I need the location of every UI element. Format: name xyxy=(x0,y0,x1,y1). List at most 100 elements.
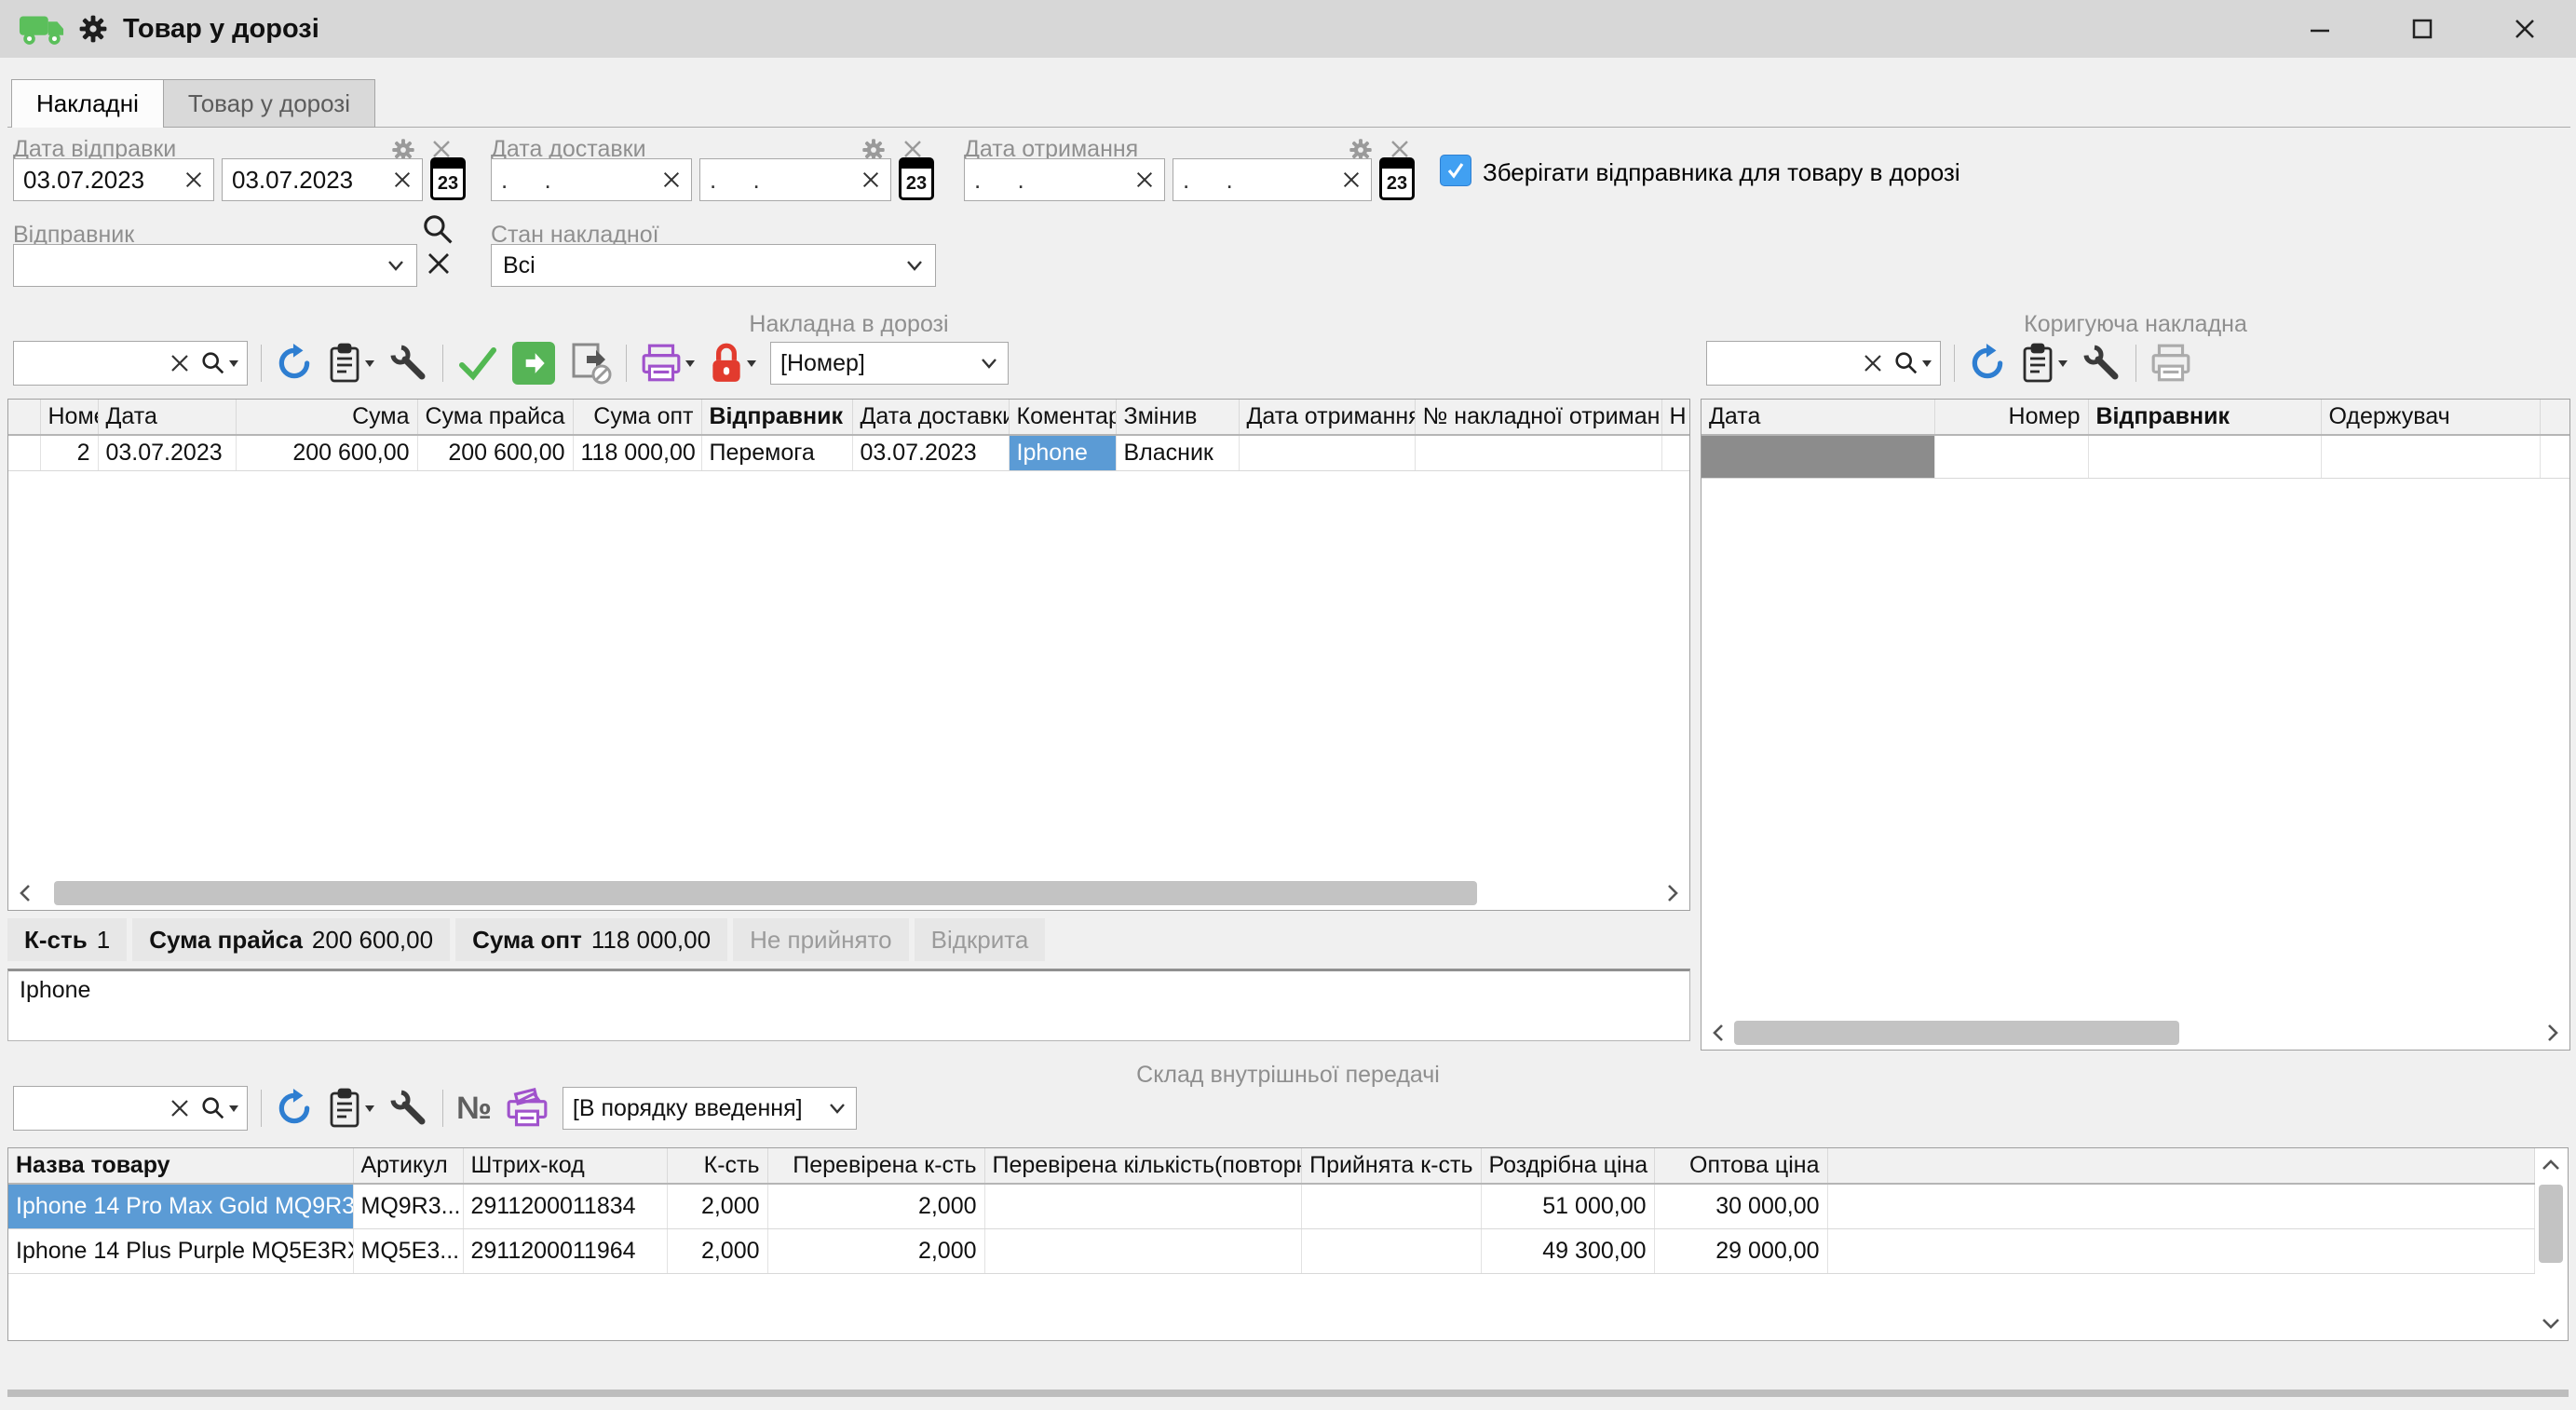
sender-combo[interactable] xyxy=(13,244,417,287)
print-button-disabled[interactable] xyxy=(2149,344,2192,383)
settings-wrench-button[interactable] xyxy=(388,343,429,384)
tab-tovar-u-dorozi[interactable]: Товар у дорозі xyxy=(163,79,375,128)
close-button[interactable] xyxy=(2474,0,2576,58)
bottom-grid-vscrollbar[interactable] xyxy=(2535,1149,2567,1339)
refresh-button[interactable] xyxy=(275,344,314,383)
col-nomer[interactable]: Номер xyxy=(40,400,98,435)
refresh-button[interactable] xyxy=(275,1089,314,1128)
report-clipboard-button[interactable] xyxy=(327,1088,375,1129)
selected-cell[interactable] xyxy=(1702,435,1934,478)
send-forward-button[interactable] xyxy=(512,342,555,385)
date-received-to-input[interactable]: . . xyxy=(1173,158,1372,201)
selected-cell[interactable]: Iphone 14 Pro Max Gold MQ9R3... xyxy=(8,1184,353,1228)
cancel-send-button[interactable] xyxy=(568,341,613,386)
right-search-input[interactable] xyxy=(1706,341,1941,386)
maximize-button[interactable] xyxy=(2371,0,2474,58)
comment-box[interactable]: Iphone xyxy=(7,969,1690,1041)
clear-x-icon[interactable] xyxy=(169,1097,191,1119)
bottom-splitter[interactable] xyxy=(7,1390,2569,1397)
col-komentar[interactable]: Коментар xyxy=(1009,400,1116,435)
scroll-thumb[interactable] xyxy=(1734,1021,2179,1045)
refresh-button[interactable] xyxy=(1968,344,2007,383)
col-vidpravnyk[interactable]: Відправник xyxy=(2088,400,2321,435)
col-nakladna-otrymannia[interactable]: № накладної отримання xyxy=(1415,400,1661,435)
clear-x-icon[interactable] xyxy=(1134,169,1155,190)
sender-search-icon[interactable] xyxy=(421,212,454,246)
table-row[interactable]: 2 03.07.2023 200 600,00 200 600,00 118 0… xyxy=(8,435,1689,470)
date-sent-to-input[interactable]: 03.07.2023 xyxy=(222,158,423,201)
sender-clear-icon[interactable] xyxy=(425,250,453,278)
date-received-calendar-button[interactable]: 23 xyxy=(1379,157,1415,202)
print-button[interactable] xyxy=(640,344,696,383)
col-kst[interactable]: К-сть xyxy=(667,1148,767,1184)
col-perevirena-povtorno[interactable]: Перевірена кількість(повторно) xyxy=(984,1148,1301,1184)
left-search-input[interactable] xyxy=(13,341,248,386)
tab-nakladni[interactable]: Накладні xyxy=(11,79,164,128)
scroll-thumb[interactable] xyxy=(2539,1185,2563,1263)
col-perevirena-kst[interactable]: Перевірена к-сть xyxy=(767,1148,984,1184)
col-nomer[interactable]: Номер xyxy=(1934,400,2088,435)
left-sort-combo[interactable]: [Номер] xyxy=(770,342,1009,385)
date-received-from-input[interactable]: . . xyxy=(964,158,1165,201)
clear-x-icon[interactable] xyxy=(392,169,413,190)
search-scope-icon[interactable] xyxy=(200,350,239,376)
col-partial[interactable]: Н xyxy=(1661,400,1689,435)
col-pryiniata-kst[interactable]: Прийнята к-сть xyxy=(1301,1148,1481,1184)
date-sent-from-input[interactable]: 03.07.2023 xyxy=(13,158,214,201)
col-artykul[interactable]: Артикул xyxy=(353,1148,463,1184)
bottom-order-combo[interactable]: [В порядку введення] xyxy=(563,1087,857,1130)
bottom-search-input[interactable] xyxy=(13,1086,248,1131)
col-suma-praisa[interactable]: Сума прайса xyxy=(417,400,573,435)
col-suma-opt[interactable]: Сума опт xyxy=(573,400,701,435)
label-print-button[interactable] xyxy=(505,1088,549,1129)
clear-x-icon[interactable] xyxy=(661,169,682,190)
col-data[interactable]: Дата xyxy=(1702,400,1934,435)
invoice-state-combo[interactable]: Всі xyxy=(491,244,936,287)
report-clipboard-button[interactable] xyxy=(327,343,375,384)
minimize-button[interactable] xyxy=(2269,0,2371,58)
left-grid-hscrollbar[interactable] xyxy=(9,877,1688,909)
accept-check-button[interactable] xyxy=(456,345,499,382)
clear-x-icon[interactable] xyxy=(169,352,191,374)
numbering-button[interactable]: № xyxy=(456,1091,492,1127)
date-sent-calendar-button[interactable]: 23 xyxy=(430,157,466,202)
table-row[interactable]: Iphone 14 Plus Purple MQ5E3RX/... MQ5E3.… xyxy=(8,1228,2534,1273)
col-suma[interactable]: Сума xyxy=(236,400,417,435)
date-delivery-from-input[interactable]: . . xyxy=(491,158,692,201)
right-grid-hscrollbar[interactable] xyxy=(1702,1017,2569,1049)
settings-wrench-button[interactable] xyxy=(388,1088,429,1129)
clear-x-icon[interactable] xyxy=(1341,169,1362,190)
scroll-left-arrow[interactable] xyxy=(9,877,41,909)
clear-x-icon[interactable] xyxy=(1862,352,1884,374)
col-data[interactable]: Дата xyxy=(98,400,236,435)
scroll-down-arrow[interactable] xyxy=(2535,1308,2567,1339)
truck-icon xyxy=(19,11,65,47)
clear-x-icon[interactable] xyxy=(183,169,204,190)
clear-x-icon[interactable] xyxy=(861,169,881,190)
table-row[interactable] xyxy=(1702,435,2569,478)
col-vidpravnyk[interactable]: Відправник xyxy=(701,400,852,435)
scroll-up-arrow[interactable] xyxy=(2535,1149,2567,1181)
keep-sender-checkbox[interactable] xyxy=(1440,155,1471,186)
scroll-left-arrow[interactable] xyxy=(1702,1017,1734,1049)
lock-button[interactable] xyxy=(709,342,757,385)
date-delivery-calendar-button[interactable]: 23 xyxy=(899,157,934,202)
settings-wrench-button[interactable] xyxy=(2081,343,2122,384)
search-scope-icon[interactable] xyxy=(1893,350,1932,376)
search-scope-icon[interactable] xyxy=(200,1095,239,1121)
date-delivery-to-input[interactable]: . . xyxy=(699,158,891,201)
col-oderzhuvach[interactable]: Одержувач xyxy=(2321,400,2540,435)
col-nazva-tovaru[interactable]: Назва товару xyxy=(8,1148,353,1184)
col-data-otrymannia[interactable]: Дата отримання xyxy=(1239,400,1415,435)
selected-cell[interactable]: Iphone xyxy=(1009,435,1116,470)
report-clipboard-button[interactable] xyxy=(2020,343,2068,384)
col-zminyv[interactable]: Змінив xyxy=(1116,400,1239,435)
scroll-right-arrow[interactable] xyxy=(2537,1017,2569,1049)
scroll-right-arrow[interactable] xyxy=(1657,877,1688,909)
col-rozdribna-cina[interactable]: Роздрібна ціна xyxy=(1481,1148,1654,1184)
scroll-thumb[interactable] xyxy=(54,881,1477,905)
col-shtryh-kod[interactable]: Штрих-код xyxy=(463,1148,667,1184)
table-row[interactable]: Iphone 14 Pro Max Gold MQ9R3... MQ9R3...… xyxy=(8,1184,2534,1228)
col-optova-cina[interactable]: Оптова ціна xyxy=(1654,1148,1827,1184)
col-data-dostavky[interactable]: Дата доставки xyxy=(852,400,1009,435)
